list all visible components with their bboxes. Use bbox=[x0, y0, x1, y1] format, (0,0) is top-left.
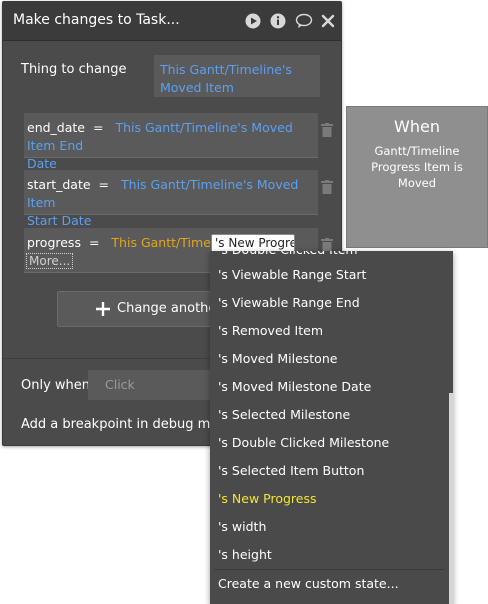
autocomplete-dropdown[interactable]: 's Double Clicked Item 's Viewable Range… bbox=[210, 251, 453, 604]
thing-to-change-label: Thing to change bbox=[21, 62, 127, 77]
close-icon[interactable] bbox=[321, 13, 335, 29]
field-name: end_date bbox=[27, 120, 85, 135]
panel-title: Make changes to Task... bbox=[13, 12, 180, 28]
field-operator: = bbox=[92, 120, 104, 135]
comment-icon[interactable] bbox=[295, 13, 313, 29]
trash-icon[interactable] bbox=[321, 180, 333, 194]
when-event-line2: Progress Item is bbox=[371, 160, 463, 174]
dropdown-item-partial[interactable]: 's Double Clicked Item bbox=[210, 251, 450, 261]
dropdown-scrollbar[interactable] bbox=[449, 393, 454, 604]
field-operator: = bbox=[98, 177, 110, 192]
field-row-end-date[interactable]: end_date = This Gantt/Timeline's Moved I… bbox=[24, 113, 318, 171]
info-icon[interactable] bbox=[270, 13, 286, 29]
only-when-label: Only when bbox=[21, 378, 91, 393]
dropdown-item[interactable]: 's New Progress bbox=[218, 491, 317, 506]
event-when-box[interactable]: When Gantt/Timeline Progress Item is Mov… bbox=[346, 106, 488, 248]
more-link[interactable]: More... bbox=[26, 253, 74, 269]
field-expression-line2[interactable]: Start Date bbox=[27, 213, 91, 228]
field-name: start_date bbox=[27, 177, 91, 192]
change-another-label: Change another bbox=[117, 301, 222, 316]
create-custom-state-item[interactable]: Create a new custom state... bbox=[218, 576, 399, 591]
play-icon[interactable] bbox=[245, 13, 261, 29]
thing-to-change-field[interactable]: This Gantt/Timeline's Moved Item bbox=[154, 55, 320, 97]
dropdown-item[interactable]: 's Selected Item Button bbox=[218, 463, 364, 478]
dropdown-item[interactable]: 's Viewable Range End bbox=[218, 295, 360, 310]
dropdown-item[interactable]: 's Viewable Range Start bbox=[218, 267, 366, 282]
dropdown-separator bbox=[214, 569, 444, 570]
dropdown-item[interactable]: 's Double Clicked Milestone bbox=[218, 435, 389, 450]
thing-value-line1: This Gantt/Timeline's bbox=[160, 62, 292, 77]
plus-icon bbox=[96, 302, 110, 316]
when-event-line1: Gantt/Timeline bbox=[374, 144, 460, 158]
dropdown-item[interactable]: 's height bbox=[218, 547, 272, 562]
thing-value-line2: Moved Item bbox=[160, 80, 234, 95]
field-expression-line2[interactable]: Date bbox=[27, 156, 57, 171]
when-event-line3: Moved bbox=[397, 176, 437, 190]
dropdown-item[interactable]: 's Moved Milestone bbox=[218, 351, 337, 366]
dropdown-item[interactable]: 's Moved Milestone Date bbox=[218, 379, 371, 394]
field-row-start-date[interactable]: start_date = This Gantt/Timeline's Moved… bbox=[24, 170, 318, 228]
trash-icon[interactable] bbox=[321, 123, 333, 137]
field-name: progress bbox=[27, 235, 81, 250]
dropdown-item[interactable]: 's Selected Milestone bbox=[218, 407, 350, 422]
when-title: When bbox=[394, 117, 440, 136]
breakpoint-label[interactable]: Add a breakpoint in debug mode bbox=[21, 417, 234, 432]
field-operator: = bbox=[88, 235, 100, 250]
dropdown-item[interactable]: 's Removed Item bbox=[218, 323, 323, 338]
trash-icon[interactable] bbox=[321, 238, 333, 252]
dropdown-item[interactable]: 's width bbox=[218, 519, 266, 534]
panel-header: Make changes to Task... bbox=[3, 2, 341, 41]
